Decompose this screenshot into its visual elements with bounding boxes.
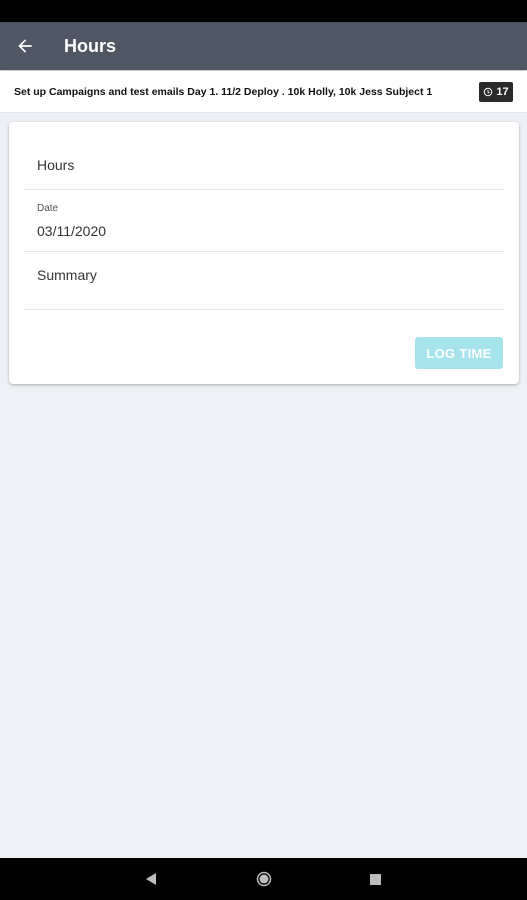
date-label: Date: [37, 203, 59, 214]
time-badge: 17: [479, 81, 513, 102]
app-bar: Hours: [0, 22, 527, 70]
date-field[interactable]: Date 03/11/2020: [24, 190, 505, 252]
log-time-button[interactable]: LOG TIME: [415, 337, 503, 369]
nav-recents-icon[interactable]: [370, 874, 381, 885]
clock-icon: [484, 87, 493, 96]
hours-placeholder: Hours: [37, 157, 75, 173]
system-nav-bar: [0, 858, 527, 900]
task-header: Set up Campaigns and test emails Day 1. …: [0, 71, 527, 113]
back-button[interactable]: [0, 22, 50, 70]
nav-home-icon[interactable]: [256, 871, 272, 887]
task-title: Set up Campaigns and test emails Day 1. …: [14, 85, 433, 98]
date-value: 03/11/2020: [37, 223, 107, 239]
status-bar: [0, 0, 527, 22]
time-badge-count: 17: [496, 85, 509, 98]
page-title: Hours: [64, 35, 117, 56]
summary-placeholder: Summary: [37, 267, 97, 283]
hours-field[interactable]: Hours: [24, 140, 505, 190]
arrow-left-icon: [18, 39, 32, 53]
nav-back-icon[interactable]: [145, 872, 157, 886]
summary-field[interactable]: Summary: [24, 252, 505, 310]
log-time-form: Hours Date 03/11/2020 Summary LOG TIME: [9, 122, 519, 384]
